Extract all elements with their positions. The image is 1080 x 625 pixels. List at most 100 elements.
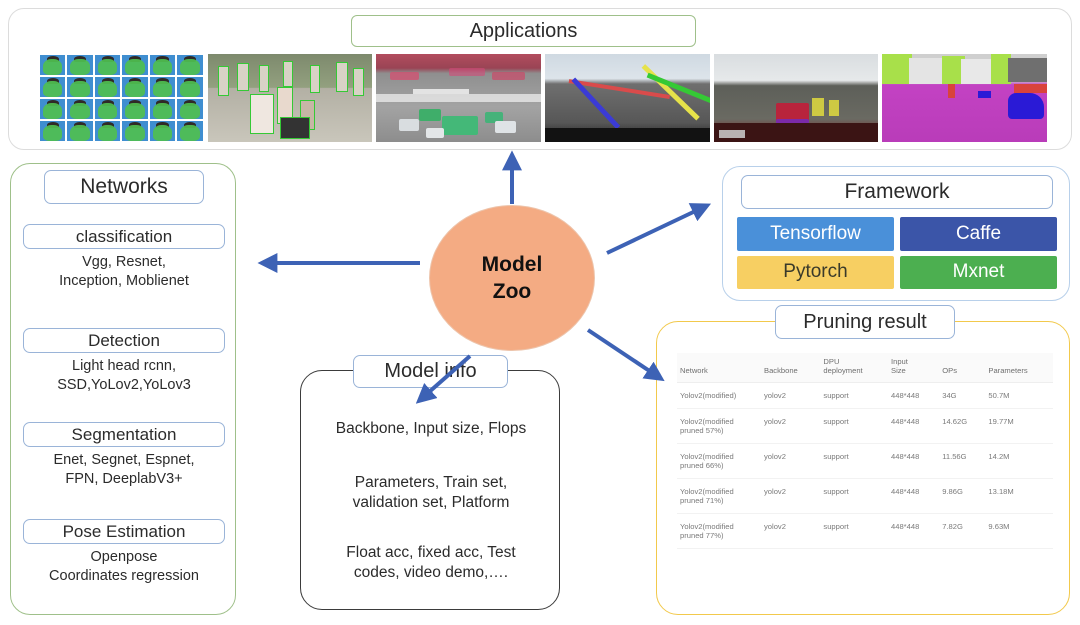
cell-backbone: yolov2 — [761, 382, 821, 409]
cell-ops: 11.56G — [939, 443, 986, 479]
framework-item-caffe[interactable]: Caffe — [900, 217, 1057, 251]
cell-parameters: 19.77M — [985, 408, 1053, 444]
face-cell — [177, 55, 203, 75]
applications-photo-strip — [39, 54, 1048, 142]
framework-items: Tensorflow Caffe Pytorch Mxnet — [737, 217, 1057, 289]
face-cell — [149, 55, 176, 75]
arrow-to-framework — [606, 203, 712, 255]
model-zoo-line2: Zoo — [492, 280, 532, 303]
cell-network: Yolov2(modified pruned 71%) — [677, 478, 761, 514]
pruning-result-table: Network Backbone DPU deployment Input Size… — [677, 353, 1053, 549]
model-info-panel: Model info Backbone, Input size, Flops P… — [300, 355, 560, 610]
networks-panel: Networks classification Vgg, Resnet, Ince… — [10, 163, 236, 615]
cell-input-size: 448*448 — [888, 408, 940, 444]
networks-group-head: Segmentation — [23, 422, 225, 447]
framework-item-pytorch[interactable]: Pytorch — [737, 255, 894, 289]
applications-label: Applications — [351, 15, 696, 47]
cell-input-size: 448*448 — [888, 382, 940, 409]
face-cell — [122, 77, 148, 97]
face-cell — [177, 121, 203, 141]
face-cell — [67, 77, 93, 97]
face-cell — [40, 55, 66, 75]
networks-group-head: Detection — [23, 328, 225, 353]
face-cell — [149, 121, 176, 141]
table-row: Yolov2(modified pruned 77%) yolov2 suppor… — [677, 513, 1053, 549]
face-cell — [40, 77, 66, 97]
cell-input-size: 448*448 — [888, 513, 940, 549]
networks-group-head: Pose Estimation — [23, 519, 225, 544]
column-header-network: Network — [677, 353, 761, 383]
cell-backbone: yolov2 — [761, 513, 821, 549]
cell-ops: 9.86G — [939, 478, 986, 514]
model-info-line: Parameters, Train set, validation set, Pl… — [352, 474, 510, 511]
table-row: Yolov2(modified) yolov2 support 448*448 … — [677, 382, 1053, 409]
face-cell — [149, 99, 176, 119]
face-cell — [40, 121, 66, 141]
face-cell — [149, 77, 176, 97]
model-zoo-node: Model Zoo — [429, 205, 595, 351]
photo-face-recognition-grid — [39, 54, 204, 142]
face-cell — [67, 121, 93, 141]
networks-group-body: Light head rcnn, SSD,YoLov2,YoLov3 — [57, 358, 191, 393]
column-header-ops: OPs — [939, 353, 986, 383]
framework-panel: Framework Tensorflow Caffe Pytorch Mxnet — [722, 166, 1070, 301]
column-header-backbone: Backbone — [761, 353, 821, 383]
cell-dpu: support — [820, 513, 888, 549]
face-cell — [67, 99, 93, 119]
networks-group-segmentation: Segmentation Enet, Segnet, Espnet, FPN, D… — [23, 422, 225, 489]
column-header-dpu-deployment: DPU deployment — [820, 353, 888, 383]
framework-title: Framework — [741, 175, 1053, 209]
cell-dpu: support — [820, 408, 888, 444]
networks-title: Networks — [44, 170, 204, 204]
face-cell — [177, 77, 203, 97]
cell-dpu: support — [820, 382, 888, 409]
cell-network: Yolov2(modified pruned 77%) — [677, 513, 761, 549]
cell-parameters: 50.7M — [985, 382, 1053, 409]
cell-network: Yolov2(modified pruned 66%) — [677, 443, 761, 479]
networks-group-body: Vgg, Resnet, Inception, Moblienet — [59, 254, 189, 289]
cell-parameters: 14.2M — [985, 443, 1053, 479]
networks-group-head: classification — [23, 224, 225, 249]
cell-input-size: 448*448 — [888, 443, 940, 479]
table-row: Yolov2(modified pruned 71%) yolov2 suppor… — [677, 478, 1053, 514]
cell-dpu: support — [820, 443, 888, 479]
cell-ops: 34G — [939, 382, 986, 409]
applications-panel: Applications — [8, 8, 1072, 150]
cell-ops: 7.82G — [939, 513, 986, 549]
model-info-line: Backbone, Input size, Flops — [335, 420, 527, 437]
face-cell — [67, 55, 93, 75]
photo-lane-detection — [545, 54, 710, 142]
model-zoo-line1: Model — [481, 253, 543, 276]
table-row: Yolov2(modified pruned 57%) yolov2 suppor… — [677, 408, 1053, 444]
cell-backbone: yolov2 — [761, 443, 821, 479]
cell-input-size: 448*448 — [888, 478, 940, 514]
networks-group-body: Openpose Coordinates regression — [49, 549, 199, 584]
cell-network: Yolov2(modified) — [677, 382, 761, 409]
face-cell — [94, 55, 121, 75]
networks-group-detection: Detection Light head rcnn, SSD,YoLov2,YoL… — [23, 328, 225, 395]
cell-network: Yolov2(modified pruned 57%) — [677, 408, 761, 444]
cell-backbone: yolov2 — [761, 408, 821, 444]
photo-dashcam-driving-scene — [713, 54, 879, 142]
column-header-parameters: Parameters — [985, 353, 1053, 383]
face-cell — [94, 121, 121, 141]
face-cell — [122, 55, 148, 75]
diagram-root: Applications Networks classification Vgg… — [0, 0, 1080, 625]
table-header-row: Network Backbone DPU deployment Input Size… — [677, 353, 1053, 383]
model-info-title: Model info — [353, 355, 508, 388]
cell-ops: 14.62G — [939, 408, 986, 444]
face-cell — [94, 77, 121, 97]
photo-traffic-intersection-detection — [376, 54, 542, 142]
arrow-to-pruning-result — [586, 328, 665, 382]
photo-semantic-segmentation — [882, 54, 1048, 142]
networks-group-classification: classification Vgg, Resnet, Inception, Mo… — [23, 224, 225, 291]
pruning-result-panel: Pruning result Network Backbone DPU deplo… — [656, 305, 1070, 615]
framework-item-tensorflow[interactable]: Tensorflow — [737, 217, 894, 251]
face-cell — [122, 121, 148, 141]
framework-item-mxnet[interactable]: Mxnet — [900, 255, 1057, 289]
face-cell — [94, 99, 121, 119]
networks-group-body: Enet, Segnet, Espnet, FPN, DeeplabV3+ — [53, 452, 195, 487]
table-row: Yolov2(modified pruned 66%) yolov2 suppor… — [677, 443, 1053, 479]
cell-parameters: 13.18M — [985, 478, 1053, 514]
face-grid — [39, 54, 204, 142]
